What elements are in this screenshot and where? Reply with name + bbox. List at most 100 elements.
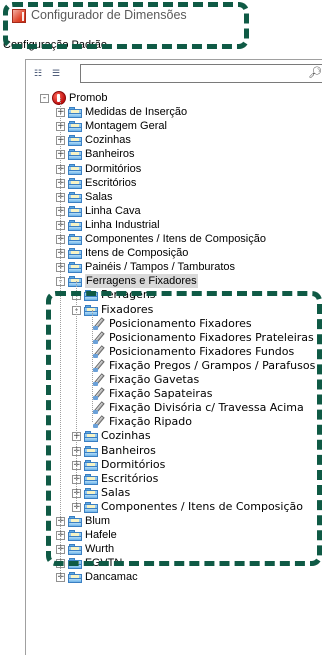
tree-node-label: Wurth — [85, 543, 115, 555]
tree-node-promob[interactable]: - Promob — [40, 91, 108, 105]
tree-node-label: Linha Cava — [85, 205, 141, 217]
folder-icon — [68, 148, 82, 160]
tree-node-blum[interactable]: + Blum — [56, 514, 110, 528]
folder-icon — [68, 261, 82, 273]
tree-node-componentes-itens-de-composicao[interactable]: + Componentes / Itens de Composição — [56, 232, 266, 246]
tree-node-montagem-geral[interactable]: + Montagem Geral — [56, 119, 167, 133]
setting-item-icon — [92, 331, 106, 344]
tree-node-dancamac[interactable]: + Dancamac — [56, 570, 138, 584]
folder-icon — [68, 205, 82, 217]
tree-node-ferragens-e-fixadores[interactable]: - Ferragens e Fixadores — [56, 274, 198, 288]
tree-leaf-posicionamento-fixadores[interactable]: Posicionamento Fixadores — [92, 317, 252, 331]
tree-node-paineis-tampos-tamburatos[interactable]: + Painéis / Tampos / Tamburatos — [56, 260, 235, 274]
tree-toolbar: ☷ ☰ 🔎︎ — [30, 63, 322, 85]
tree-node-label: Dormitórios — [101, 458, 166, 471]
setting-item-icon — [92, 317, 106, 330]
folder-icon — [68, 191, 82, 203]
folder-icon — [84, 459, 98, 471]
folder-icon — [68, 275, 82, 287]
tree-node-label: Posicionamento Fixadores — [109, 317, 252, 330]
tree-node-linha-industrial[interactable]: + Linha Industrial — [56, 218, 160, 232]
tree-node-label: Fixação Sapateiras — [109, 387, 213, 400]
tree-node-medidas-de-insercao[interactable]: + Medidas de Inserção — [56, 105, 187, 119]
tree-node-label: Componentes / Itens de Composição — [85, 233, 266, 245]
folder-icon — [68, 134, 82, 146]
tree-node-label: Dormitórios — [85, 163, 142, 175]
search-input[interactable] — [80, 64, 322, 83]
tree-node-label: Painéis / Tampos / Tamburatos — [85, 261, 236, 273]
setting-item-icon — [92, 415, 106, 428]
tree-node-label: Fixação Pregos / Grampos / Parafusos — [109, 359, 316, 372]
tree-node-label: Medidas de Inserção — [85, 106, 188, 118]
tree-node-label: Ferragens — [101, 288, 156, 301]
tree-leaf-fixacao-divisoria-c-travessa-acima[interactable]: Fixação Divisória c/ Travessa Acima — [92, 401, 304, 415]
title-bar: Configurador de Dimensões — [0, 0, 322, 40]
folder-icon — [68, 163, 82, 175]
tree-node-label: Escritórios — [101, 472, 159, 485]
tree-node-fgvtn[interactable]: + FGVTN — [56, 556, 122, 570]
tree-node-label: Hafele — [85, 529, 117, 541]
tree-node-componentes-itens-de-composicao[interactable]: + Componentes / Itens de Composição — [72, 500, 303, 514]
folder-icon — [68, 247, 82, 259]
collapse-icon[interactable]: - — [40, 93, 49, 103]
tree-node-label: Blum — [85, 515, 111, 527]
tree-connector — [92, 310, 93, 422]
expand-tree-icon[interactable]: ☷ — [30, 65, 46, 81]
tree-node-salas[interactable]: + Salas — [72, 486, 130, 500]
tree-node-label: Fixação Divisória c/ Travessa Acima — [109, 401, 304, 414]
tree-node-dormitorios[interactable]: + Dormitórios — [72, 458, 165, 472]
tree-node-banheiros[interactable]: + Banheiros — [72, 444, 156, 458]
setting-item-icon — [92, 359, 106, 372]
tree-node-dormitorios[interactable]: + Dormitórios — [56, 162, 141, 176]
tree-leaf-fixacao-ripado[interactable]: Fixação Ripado — [92, 415, 192, 429]
tree-node-escritorios[interactable]: + Escritórios — [56, 176, 136, 190]
folder-icon — [68, 120, 82, 132]
tree-node-cozinhas[interactable]: + Cozinhas — [72, 429, 151, 443]
tree-view[interactable]: - Promob + Medidas de Inserção + Montagem Ger… — [30, 91, 322, 611]
tree-leaf-posicionamento-fixadores-fundos[interactable]: Posicionamento Fixadores Fundos — [92, 345, 294, 359]
tree-node-label: Itens de Composição — [85, 247, 189, 259]
tree-node-label: FGVTN — [85, 557, 123, 569]
folder-icon — [68, 543, 82, 555]
folder-icon — [68, 515, 82, 527]
tree-node-label: Posicionamento Fixadores Fundos — [109, 345, 295, 358]
tree-node-escritorios[interactable]: + Escritórios — [72, 472, 158, 486]
folder-icon — [84, 430, 98, 442]
folder-icon — [68, 571, 82, 583]
tree-node-linha-cava[interactable]: + Linha Cava — [56, 204, 141, 218]
tree-node-label: Banheiros — [85, 148, 135, 160]
tree-node-label: Ferragens e Fixadores — [85, 274, 198, 288]
tree-leaf-fixacao-gavetas[interactable]: Fixação Gavetas — [92, 373, 199, 387]
folder-icon — [68, 233, 82, 245]
tree-node-label: Fixadores — [101, 303, 154, 316]
tree-leaf-fixacao-sapateiras[interactable]: Fixação Sapateiras — [92, 387, 212, 401]
tree-node-label: Escritórios — [85, 177, 137, 189]
tree-node-itens-de-composicao[interactable]: + Itens de Composição — [56, 246, 188, 260]
collapse-tree-icon[interactable]: ☰ — [48, 65, 64, 81]
tree-node-cozinhas[interactable]: + Cozinhas — [56, 133, 131, 147]
app-icon — [12, 9, 26, 23]
tree-node-salas[interactable]: + Salas — [56, 190, 113, 204]
tree-leaf-posicionamento-fixadores-prateleiras[interactable]: Posicionamento Fixadores Prateleiras — [92, 331, 314, 345]
setting-item-icon — [92, 401, 106, 414]
tree-node-wurth[interactable]: + Wurth — [56, 542, 114, 556]
tree-node-label: Banheiros — [101, 444, 156, 457]
setting-item-icon — [92, 387, 106, 400]
tree-leaf-fixacao-pregos-grampos-parafusos[interactable]: Fixação Pregos / Grampos / Parafusos — [92, 359, 315, 373]
tree-node-hafele[interactable]: + Hafele — [56, 528, 117, 542]
tree-node-label: Componentes / Itens de Composição — [101, 500, 303, 513]
tree-connector — [60, 98, 61, 577]
tree-node-fixadores[interactable]: - Fixadores — [72, 303, 153, 317]
binoculars-icon[interactable]: 🔎︎ — [308, 66, 322, 79]
tree-node-label: Cozinhas — [85, 134, 131, 146]
tree-node-banheiros[interactable]: + Banheiros — [56, 147, 135, 161]
setting-item-icon — [92, 373, 106, 386]
folder-icon — [68, 106, 82, 118]
tree-node-label: Montagem Geral — [85, 120, 167, 132]
tree-node-ferragens[interactable]: + Ferragens — [72, 288, 156, 302]
setting-item-icon — [92, 345, 106, 358]
folder-icon — [68, 557, 82, 569]
window-title: Configurador de Dimensões — [31, 8, 187, 22]
tree-node-label: Posicionamento Fixadores Prateleiras — [109, 331, 314, 344]
folder-icon — [84, 304, 98, 316]
